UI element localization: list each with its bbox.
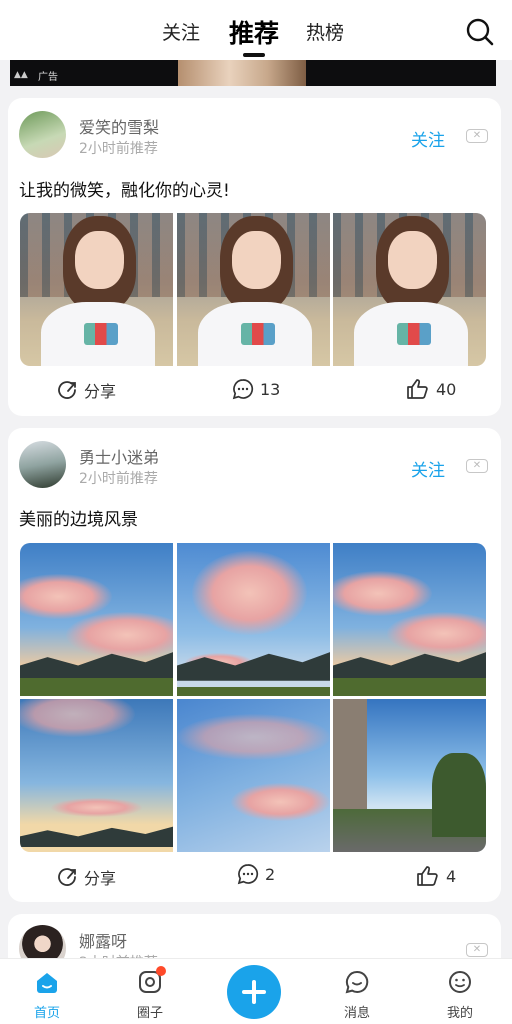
- post-photo[interactable]: [20, 213, 173, 366]
- close-icon[interactable]: ✕: [466, 129, 488, 143]
- post-photo[interactable]: [177, 543, 330, 696]
- follow-button[interactable]: 关注: [411, 126, 445, 151]
- comment-icon: [232, 379, 254, 400]
- like-count: 4: [446, 866, 457, 886]
- bottom-navigation: 首页 圈子 消息 我的: [0, 958, 512, 1024]
- post-card: 勇士小迷弟 2小时前推荐 关注 ✕ 美丽的边境风景 分享 2 4: [8, 428, 501, 902]
- post-photo[interactable]: [333, 699, 486, 852]
- post-photo[interactable]: [20, 543, 173, 696]
- post-photo[interactable]: [333, 543, 486, 696]
- ad-logo-icon: ▲▲: [14, 70, 28, 80]
- share-icon: [58, 381, 76, 399]
- like-button[interactable]: 4: [416, 865, 456, 887]
- nav-messages[interactable]: 消息: [327, 969, 387, 1021]
- ad-label: 广告: [38, 72, 58, 83]
- comment-count: 13: [260, 379, 281, 399]
- post-username[interactable]: 娜露呀: [79, 928, 127, 952]
- nav-home[interactable]: 首页: [17, 969, 77, 1021]
- ad-banner[interactable]: ▲▲ 广告: [10, 60, 496, 86]
- share-button[interactable]: 分享: [56, 378, 116, 402]
- avatar[interactable]: [19, 441, 66, 488]
- close-icon[interactable]: ✕: [466, 459, 488, 473]
- share-button[interactable]: 分享: [56, 865, 116, 889]
- post-photo[interactable]: [177, 213, 330, 366]
- avatar[interactable]: [19, 111, 66, 158]
- post-card: 爱笑的雪梨 2小时前推荐 关注 ✕ 让我的微笑，融化你的心灵! 分享 13 40: [8, 98, 501, 416]
- post-username[interactable]: 勇士小迷弟: [79, 444, 159, 468]
- search-icon[interactable]: [464, 16, 496, 48]
- post-photo[interactable]: [177, 699, 330, 852]
- tab-recommend[interactable]: 推荐: [229, 14, 279, 50]
- ad-image: [178, 60, 306, 86]
- post-text: 让我的微笑，融化你的心灵!: [19, 181, 230, 201]
- post-text: 美丽的边境风景: [19, 510, 138, 530]
- nav-profile[interactable]: 我的: [430, 969, 490, 1021]
- tab-hot-list[interactable]: 热榜: [306, 18, 344, 45]
- close-icon[interactable]: ✕: [466, 943, 488, 957]
- share-label: 分享: [84, 382, 117, 401]
- post-time: 2小时前推荐: [79, 471, 158, 487]
- comment-icon: [237, 864, 259, 885]
- nav-profile-label: 我的: [446, 1006, 473, 1021]
- like-count: 40: [436, 379, 457, 399]
- post-photo[interactable]: [20, 699, 173, 852]
- post-username[interactable]: 爱笑的雪梨: [79, 114, 159, 138]
- profile-icon: [449, 971, 471, 993]
- tab-follow[interactable]: 关注: [162, 18, 200, 45]
- notification-dot: [156, 966, 166, 976]
- post-time: 2小时前推荐: [79, 141, 158, 157]
- comment-button[interactable]: 13: [232, 378, 280, 400]
- post-photo[interactable]: [333, 213, 486, 366]
- thumbs-up-icon: [407, 379, 428, 399]
- nav-messages-label: 消息: [343, 1006, 370, 1021]
- share-label: 分享: [84, 869, 117, 888]
- like-button[interactable]: 40: [406, 378, 456, 400]
- share-icon: [58, 868, 76, 886]
- home-icon: [37, 973, 57, 993]
- top-tab-bar: 关注 推荐 热榜: [0, 0, 512, 60]
- nav-home-label: 首页: [33, 1006, 60, 1021]
- nav-circle-label: 圈子: [136, 1006, 163, 1021]
- comment-button[interactable]: 2: [237, 863, 275, 885]
- follow-button[interactable]: 关注: [411, 456, 445, 481]
- thumbs-up-icon: [417, 866, 438, 886]
- nav-circle[interactable]: 圈子: [120, 966, 180, 1021]
- comment-count: 2: [265, 864, 276, 884]
- create-post-button[interactable]: [227, 965, 281, 1019]
- message-icon: [345, 970, 369, 994]
- active-tab-indicator: [243, 53, 265, 57]
